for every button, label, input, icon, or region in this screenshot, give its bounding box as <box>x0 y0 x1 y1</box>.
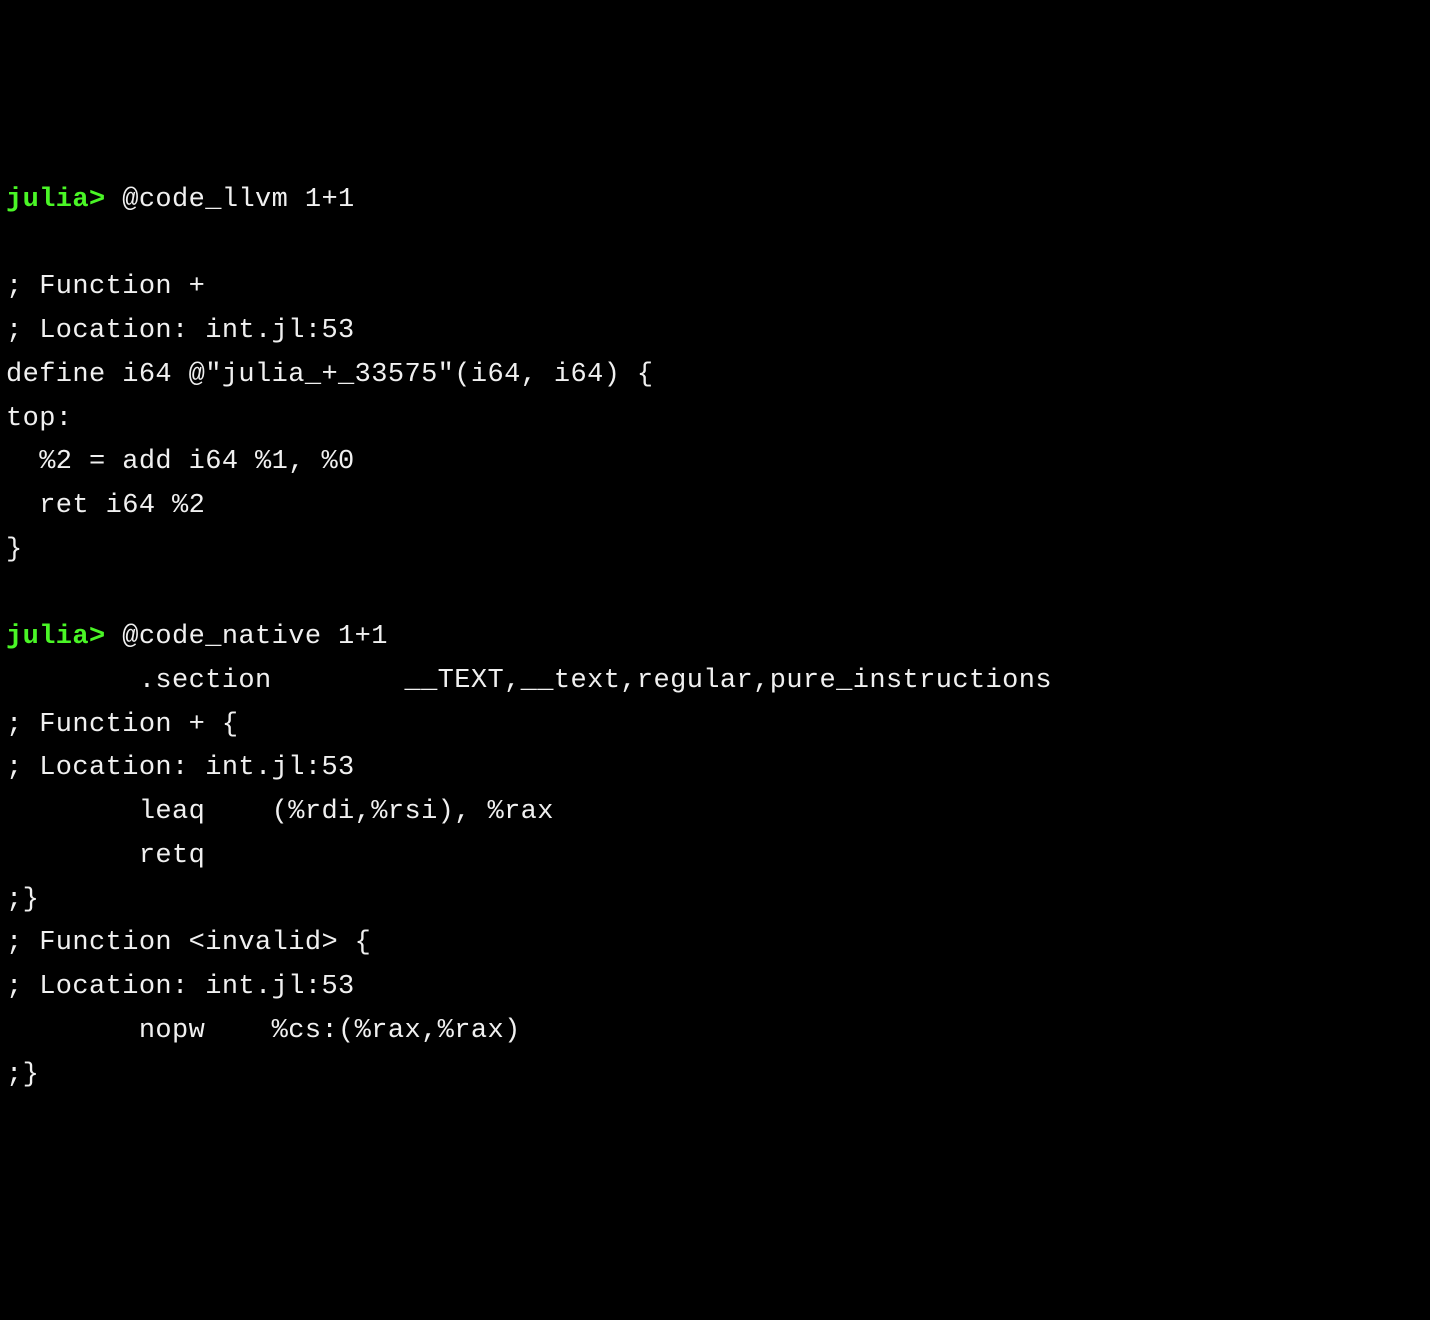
terminal-output: julia> @code_llvm 1+1 ; Function + ; Loc… <box>6 179 1424 1097</box>
repl-command[interactable]: @code_llvm 1+1 <box>106 185 355 215</box>
repl-prompt: julia> <box>6 185 106 215</box>
repl-output-llvm: ; Function + ; Location: int.jl:53 defin… <box>6 272 654 564</box>
repl-prompt: julia> <box>6 622 106 652</box>
repl-command[interactable]: @code_native 1+1 <box>106 622 388 652</box>
repl-output-native: .section __TEXT,__text,regular,pure_inst… <box>6 666 1052 1090</box>
